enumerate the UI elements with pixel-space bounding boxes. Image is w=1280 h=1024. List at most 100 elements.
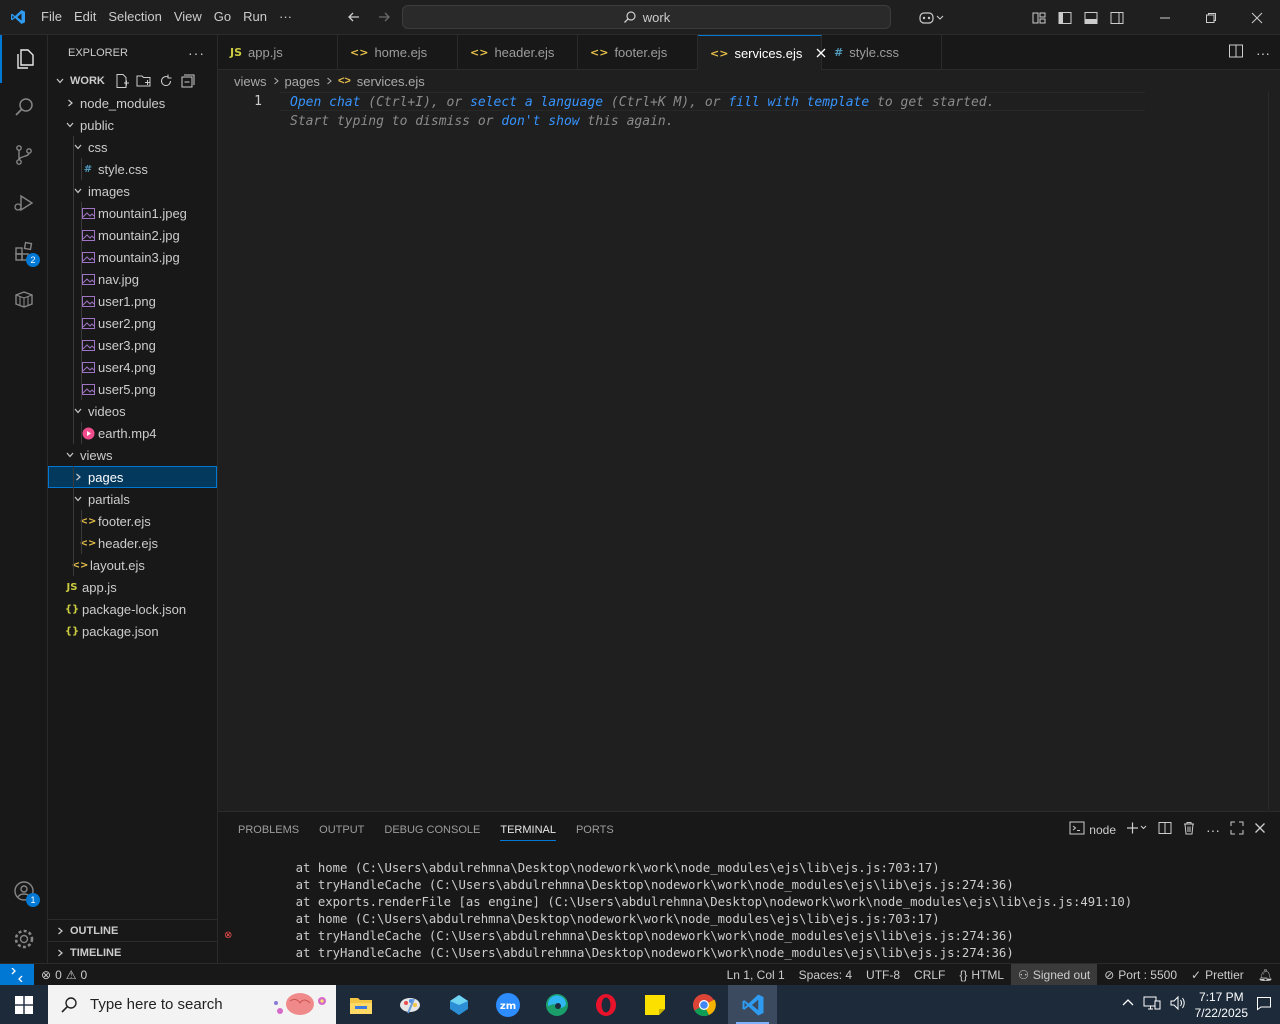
remote-indicator-icon[interactable] bbox=[0, 963, 34, 986]
taskbar-search[interactable]: Type here to search bbox=[48, 985, 336, 1024]
folder-item[interactable]: node_modules bbox=[48, 92, 217, 114]
customize-layout-icon[interactable] bbox=[1026, 0, 1052, 35]
editor-scrollbar[interactable] bbox=[1268, 92, 1280, 810]
terminal-output[interactable]: at home (C:\Users\abdulrehmna\Desktop\no… bbox=[266, 860, 1133, 962]
close-panel-icon[interactable] bbox=[1254, 822, 1266, 837]
menu-file[interactable]: File bbox=[35, 5, 68, 29]
editor-more-icon[interactable]: ··· bbox=[1256, 45, 1270, 61]
notification-center-icon[interactable] bbox=[1256, 995, 1272, 1014]
command-center-search[interactable]: work bbox=[402, 5, 891, 29]
menu-more[interactable]: ··· bbox=[273, 5, 298, 29]
folder-item[interactable]: videos bbox=[48, 400, 217, 422]
indentation[interactable]: Spaces: 4 bbox=[792, 964, 859, 986]
breadcrumb-item[interactable]: pages bbox=[285, 74, 320, 89]
source-control-icon[interactable] bbox=[0, 131, 48, 179]
maximize-panel-icon[interactable] bbox=[1230, 821, 1244, 838]
extensions-icon[interactable]: 2 bbox=[0, 227, 48, 275]
dont-show-link[interactable]: don't show bbox=[501, 114, 579, 129]
back-arrow-icon[interactable] bbox=[344, 7, 364, 27]
file-item[interactable]: <> layout.ejs bbox=[48, 554, 217, 576]
forward-arrow-icon[interactable] bbox=[374, 7, 394, 27]
encoding[interactable]: UTF-8 bbox=[859, 964, 907, 986]
tab-services-ejs[interactable]: <> services.ejs bbox=[698, 35, 826, 70]
timeline-section[interactable]: TIMELINE bbox=[48, 941, 218, 963]
volume-icon[interactable] bbox=[1169, 995, 1187, 1014]
menu-view[interactable]: View bbox=[168, 5, 208, 29]
end-of-line[interactable]: CRLF bbox=[907, 964, 952, 986]
folder-item[interactable]: css bbox=[48, 136, 217, 158]
file-item[interactable]: earth.mp4 bbox=[48, 422, 217, 444]
new-folder-icon[interactable] bbox=[136, 73, 152, 92]
file-item[interactable]: {} package-lock.json bbox=[48, 598, 217, 620]
folder-item[interactable]: public bbox=[48, 114, 217, 136]
vscode-app-icon[interactable] bbox=[728, 985, 777, 1024]
explorer-icon[interactable] bbox=[0, 35, 48, 83]
copilot-icon[interactable] bbox=[912, 0, 952, 35]
file-item[interactable]: {} package.json bbox=[48, 620, 217, 642]
tab-style-css[interactable]: # style.css bbox=[822, 35, 942, 70]
folder-item[interactable]: pages bbox=[48, 466, 217, 488]
fill-template-link[interactable]: fill with template bbox=[728, 95, 869, 110]
cursor-position[interactable]: Ln 1, Col 1 bbox=[720, 964, 792, 986]
terminal-name[interactable]: node bbox=[1089, 823, 1116, 837]
zoom-app-icon[interactable]: zm bbox=[483, 985, 532, 1024]
menu-edit[interactable]: Edit bbox=[68, 5, 102, 29]
restore-icon[interactable] bbox=[1188, 0, 1234, 35]
gem-app-icon[interactable] bbox=[434, 985, 483, 1024]
file-item[interactable]: mountain2.jpg bbox=[48, 224, 217, 246]
split-terminal-icon[interactable] bbox=[1158, 821, 1172, 838]
new-terminal-icon[interactable] bbox=[1126, 821, 1148, 838]
workspace-section-header[interactable]: WORK bbox=[48, 70, 217, 92]
close-window-icon[interactable] bbox=[1234, 0, 1280, 35]
select-language-link[interactable]: select a language bbox=[470, 95, 603, 110]
file-item[interactable]: <> footer.ejs bbox=[48, 510, 217, 532]
panel-tab-debug-console[interactable]: DEBUG CONSOLE bbox=[374, 812, 490, 847]
network-icon[interactable] bbox=[1143, 995, 1161, 1014]
split-editor-icon[interactable] bbox=[1228, 43, 1244, 62]
opera-browser-icon[interactable] bbox=[581, 985, 630, 1024]
run-debug-icon[interactable] bbox=[0, 179, 48, 227]
file-item[interactable]: user3.png bbox=[48, 334, 217, 356]
notifications-bell-icon[interactable]: 🔔︎ bbox=[1251, 964, 1280, 986]
explorer-more-icon[interactable]: ··· bbox=[188, 45, 205, 61]
menu-go[interactable]: Go bbox=[208, 5, 237, 29]
panel-tab-ports[interactable]: PORTS bbox=[566, 812, 624, 847]
windows-start-icon[interactable] bbox=[0, 985, 48, 1024]
paint-app-icon[interactable] bbox=[385, 985, 434, 1024]
language-mode[interactable]: {} HTML bbox=[952, 964, 1011, 986]
new-file-icon[interactable] bbox=[114, 73, 130, 92]
file-item[interactable]: user4.png bbox=[48, 356, 217, 378]
prettier-status[interactable]: ✓ Prettier bbox=[1184, 964, 1251, 986]
file-item[interactable]: nav.jpg bbox=[48, 268, 217, 290]
file-explorer-app-icon[interactable] bbox=[336, 985, 385, 1024]
toggle-panel-icon[interactable] bbox=[1078, 0, 1104, 35]
toggle-secondary-sidebar-icon[interactable] bbox=[1104, 0, 1130, 35]
folder-item[interactable]: views bbox=[48, 444, 217, 466]
file-item[interactable]: user2.png bbox=[48, 312, 217, 334]
folder-item[interactable]: partials bbox=[48, 488, 217, 510]
toggle-primary-sidebar-icon[interactable] bbox=[1052, 0, 1078, 35]
tab-header-ejs[interactable]: <> header.ejs bbox=[458, 35, 578, 70]
clock[interactable]: 7:17 PM 7/22/2025 bbox=[1195, 989, 1248, 1021]
refresh-icon[interactable] bbox=[158, 73, 174, 92]
edge-browser-icon[interactable] bbox=[532, 985, 581, 1024]
outline-section[interactable]: OUTLINE bbox=[48, 919, 218, 941]
chevron-up-icon[interactable] bbox=[1121, 996, 1135, 1013]
open-chat-link[interactable]: Open chat bbox=[290, 95, 360, 110]
sticky-notes-icon[interactable] bbox=[630, 985, 679, 1024]
problems-status[interactable]: ⊗ 0 ⚠ 0 bbox=[34, 964, 94, 986]
file-item[interactable]: mountain1.jpeg bbox=[48, 202, 217, 224]
remote-explorer-icon[interactable] bbox=[0, 275, 48, 323]
menu-run[interactable]: Run bbox=[237, 5, 273, 29]
tab-app-js[interactable]: JS app.js bbox=[218, 35, 338, 70]
live-server-port[interactable]: ⊘ Port : 5500 bbox=[1097, 964, 1184, 986]
minimize-icon[interactable] bbox=[1142, 0, 1188, 35]
file-item[interactable]: JS app.js bbox=[48, 576, 217, 598]
file-item[interactable]: # style.css bbox=[48, 158, 217, 180]
breadcrumb-item[interactable]: views bbox=[234, 74, 267, 89]
file-item[interactable]: user1.png bbox=[48, 290, 217, 312]
panel-tab-terminal[interactable]: TERMINAL bbox=[490, 812, 566, 847]
accounts-icon[interactable]: 1 bbox=[0, 867, 48, 915]
account-status[interactable]: ⚇ Signed out bbox=[1011, 963, 1098, 986]
panel-tab-problems[interactable]: PROBLEMS bbox=[228, 812, 309, 847]
